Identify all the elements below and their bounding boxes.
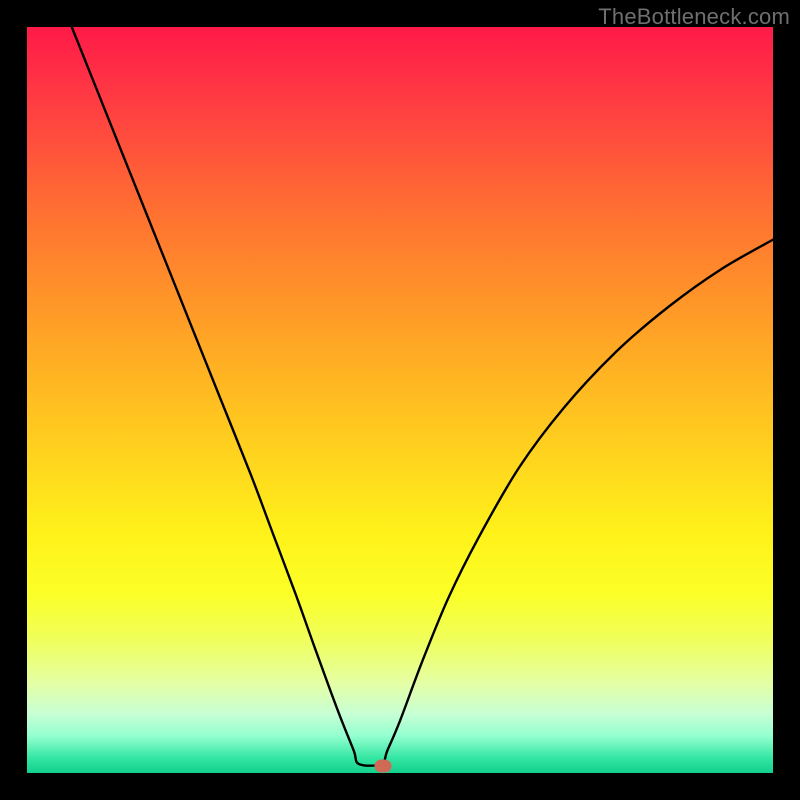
- plot-area: [27, 27, 773, 773]
- bottleneck-curve: [27, 27, 773, 773]
- chart-frame: TheBottleneck.com: [0, 0, 800, 800]
- optimum-marker: [374, 759, 391, 772]
